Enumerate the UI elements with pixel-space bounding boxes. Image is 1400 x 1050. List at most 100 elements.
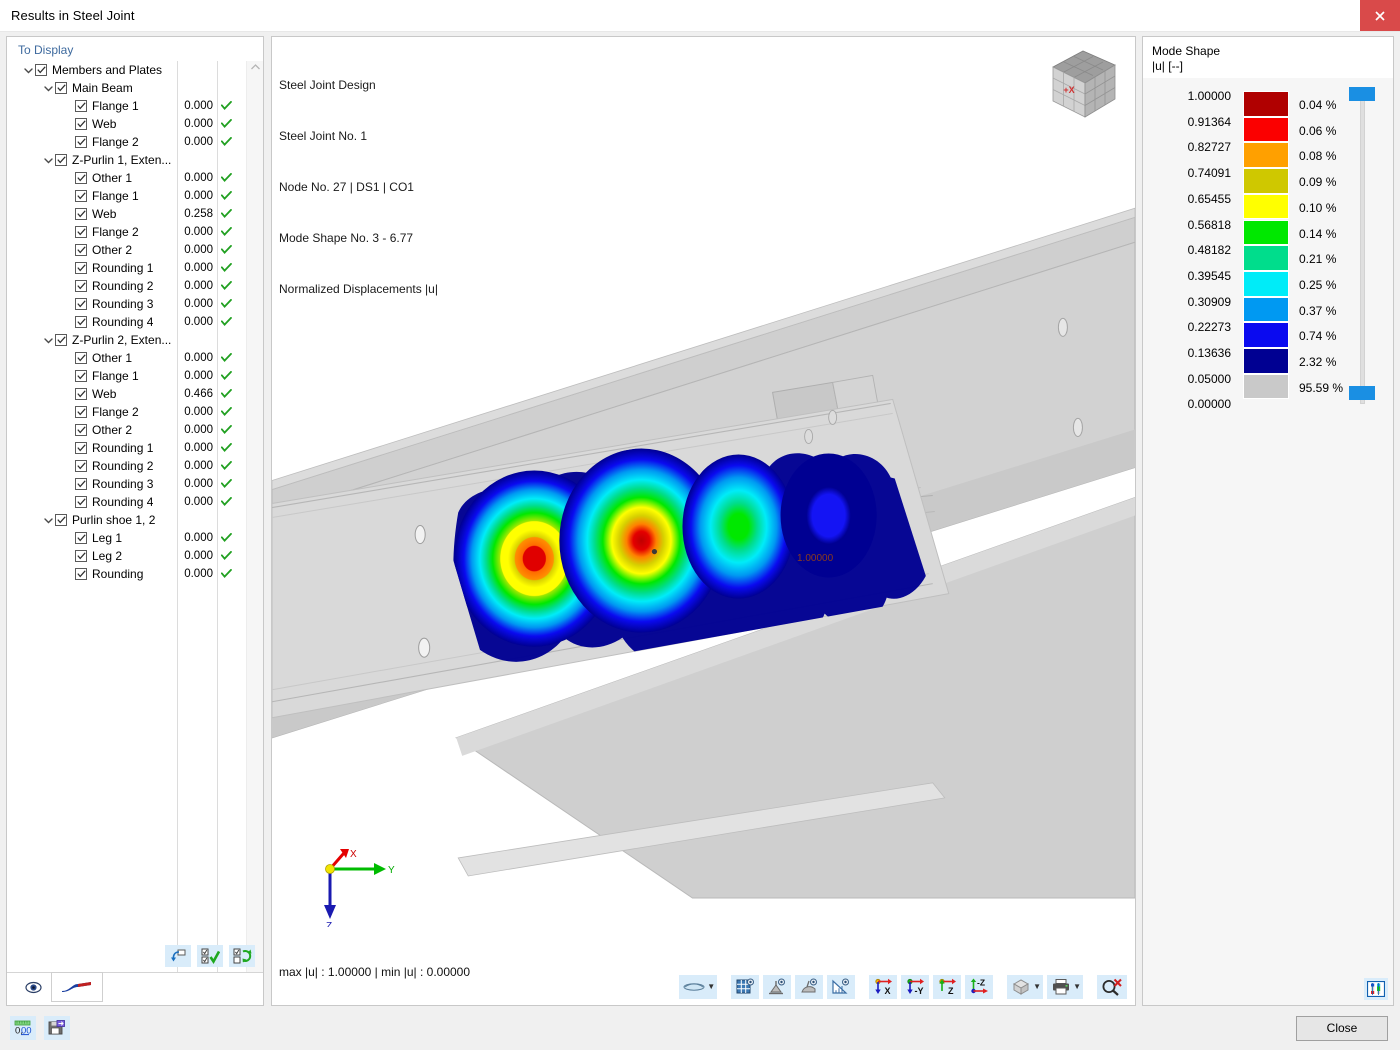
tree-checkbox[interactable] [75, 226, 87, 238]
view-negative-z-button[interactable]: -Z [965, 975, 994, 999]
tree-checkbox[interactable] [75, 190, 87, 202]
zoom-reset-button[interactable] [1097, 975, 1127, 999]
tree-checkbox[interactable] [55, 334, 67, 346]
view-y-button[interactable]: -Y [901, 975, 930, 999]
tree-checkbox[interactable] [75, 532, 87, 544]
tree-row[interactable]: Rounding 1 0.000 [7, 439, 246, 457]
export-button[interactable] [44, 1016, 70, 1040]
view-z-button[interactable]: Z [933, 975, 962, 999]
tree-checkbox[interactable] [75, 370, 87, 382]
tree-row[interactable]: Rounding 1 0.000 [7, 259, 246, 277]
view-isometric-button[interactable]: ▼ [1007, 975, 1044, 999]
tree-checkbox[interactable] [75, 568, 87, 580]
view-x-button[interactable]: X [869, 975, 898, 999]
tree-checkbox[interactable] [75, 172, 87, 184]
tree-row[interactable]: Flange 2 0.000 [7, 403, 246, 421]
model-viewport[interactable]: 1.00000 Steel Joint Design Steel Joint N… [271, 36, 1136, 1006]
tree-row[interactable]: Rounding 4 0.000 [7, 313, 246, 331]
tree-checkbox[interactable] [75, 208, 87, 220]
upper-limit-handle[interactable] [1349, 87, 1375, 101]
close-button[interactable]: Close [1296, 1015, 1388, 1041]
tree-checkbox[interactable] [75, 280, 87, 292]
print-button[interactable]: ▼ [1047, 975, 1083, 999]
tree-row[interactable]: Z-Purlin 1, Exten... [7, 151, 246, 169]
tree-row[interactable]: Flange 1 0.000 [7, 187, 246, 205]
tree-row[interactable]: Flange 2 0.000 [7, 223, 246, 241]
tree-checkbox[interactable] [75, 100, 87, 112]
legend-color-band [1243, 322, 1289, 348]
tree-row[interactable]: Members and Plates [7, 61, 246, 79]
loads-display-button[interactable] [795, 975, 824, 999]
tree-row[interactable]: Flange 1 0.000 [7, 367, 246, 385]
legend-color-band [1243, 116, 1289, 143]
legend-range-slider[interactable] [1349, 84, 1375, 414]
slider-track[interactable] [1360, 94, 1365, 404]
tree-checkbox[interactable] [75, 406, 87, 418]
tree-checkbox[interactable] [75, 496, 87, 508]
measure-button[interactable] [827, 975, 856, 999]
tree-row[interactable]: Flange 2 0.000 [7, 133, 246, 151]
decimal-places-button[interactable]: 0, 00 [10, 1016, 36, 1040]
tree-checkbox[interactable] [75, 262, 87, 274]
grid-display-button[interactable] [731, 975, 760, 999]
tree-row[interactable]: Other 1 0.000 [7, 169, 246, 187]
tree-checkbox[interactable] [75, 460, 87, 472]
tree-row[interactable]: Rounding 2 0.000 [7, 277, 246, 295]
chevron-down-icon[interactable] [21, 63, 35, 77]
tree-checkbox[interactable] [75, 424, 87, 436]
tree-item-label: Rounding 2 [92, 459, 154, 473]
tree-row[interactable]: Rounding 3 0.000 [7, 295, 246, 313]
tree-row[interactable]: Rounding 0.000 [7, 565, 246, 583]
tree-row[interactable]: Web 0.258 [7, 205, 246, 223]
color-scale-settings-icon[interactable] [1364, 978, 1388, 1000]
tree-row[interactable]: Leg 1 0.000 [7, 529, 246, 547]
navigation-cube[interactable]: +X [1045, 45, 1123, 123]
tree-item-label: Flange 2 [92, 135, 139, 149]
reset-selection-icon[interactable] [165, 945, 191, 967]
tree-checkbox[interactable] [75, 316, 87, 328]
tree-row[interactable]: Other 2 0.000 [7, 421, 246, 439]
tree-checkbox[interactable] [75, 298, 87, 310]
tree-checkbox[interactable] [75, 118, 87, 130]
tree-checkbox[interactable] [75, 244, 87, 256]
tree-row[interactable]: Other 1 0.000 [7, 349, 246, 367]
select-all-icon[interactable] [197, 945, 223, 967]
tree-row-label-cell: Flange 2 [7, 225, 177, 239]
supports-display-button[interactable] [763, 975, 792, 999]
close-icon[interactable] [1360, 0, 1400, 31]
viewport-canvas[interactable]: 1.00000 Steel Joint Design Steel Joint N… [272, 37, 1135, 1005]
tree-row[interactable]: Web 0.000 [7, 115, 246, 133]
chevron-down-icon[interactable] [41, 333, 55, 347]
tree-checkbox[interactable] [75, 550, 87, 562]
lower-limit-handle[interactable] [1349, 386, 1375, 400]
tab-visibility[interactable] [15, 973, 51, 1001]
tree-row[interactable]: Z-Purlin 2, Exten... [7, 331, 246, 349]
tree-checkbox[interactable] [55, 514, 67, 526]
tree-checkbox[interactable] [35, 64, 47, 76]
scroll-up-arrow[interactable] [250, 63, 260, 72]
tree-row[interactable]: Flange 1 0.000 [7, 97, 246, 115]
tree-row[interactable]: Other 2 0.000 [7, 241, 246, 259]
tree-row[interactable]: Purlin shoe 1, 2 [7, 511, 246, 529]
tree-row[interactable]: Leg 2 0.000 [7, 547, 246, 565]
tree-checkbox[interactable] [55, 82, 67, 94]
tab-results-diagram[interactable] [51, 972, 103, 1002]
tree-row[interactable]: Rounding 2 0.000 [7, 457, 246, 475]
chevron-down-icon[interactable] [41, 153, 55, 167]
tree-row[interactable]: Main Beam [7, 79, 246, 97]
tree-row[interactable]: Web 0.466 [7, 385, 246, 403]
tree-checkbox[interactable] [75, 136, 87, 148]
tree-scrollbar[interactable] [246, 61, 263, 1005]
tree-checkbox[interactable] [75, 352, 87, 364]
tree-checkbox[interactable] [75, 478, 87, 490]
tree-checkbox[interactable] [55, 154, 67, 166]
chevron-down-icon[interactable] [41, 81, 55, 95]
chevron-down-icon[interactable] [41, 513, 55, 527]
invert-selection-icon[interactable] [229, 945, 255, 967]
tree-checkbox[interactable] [75, 388, 87, 400]
tree-row[interactable]: Rounding 4 0.000 [7, 493, 246, 511]
tree-checkbox[interactable] [75, 442, 87, 454]
tree-expander-placeholder [61, 171, 75, 185]
tree-row[interactable]: Rounding 3 0.000 [7, 475, 246, 493]
rendering-mode-button[interactable]: ▼ [679, 975, 718, 999]
